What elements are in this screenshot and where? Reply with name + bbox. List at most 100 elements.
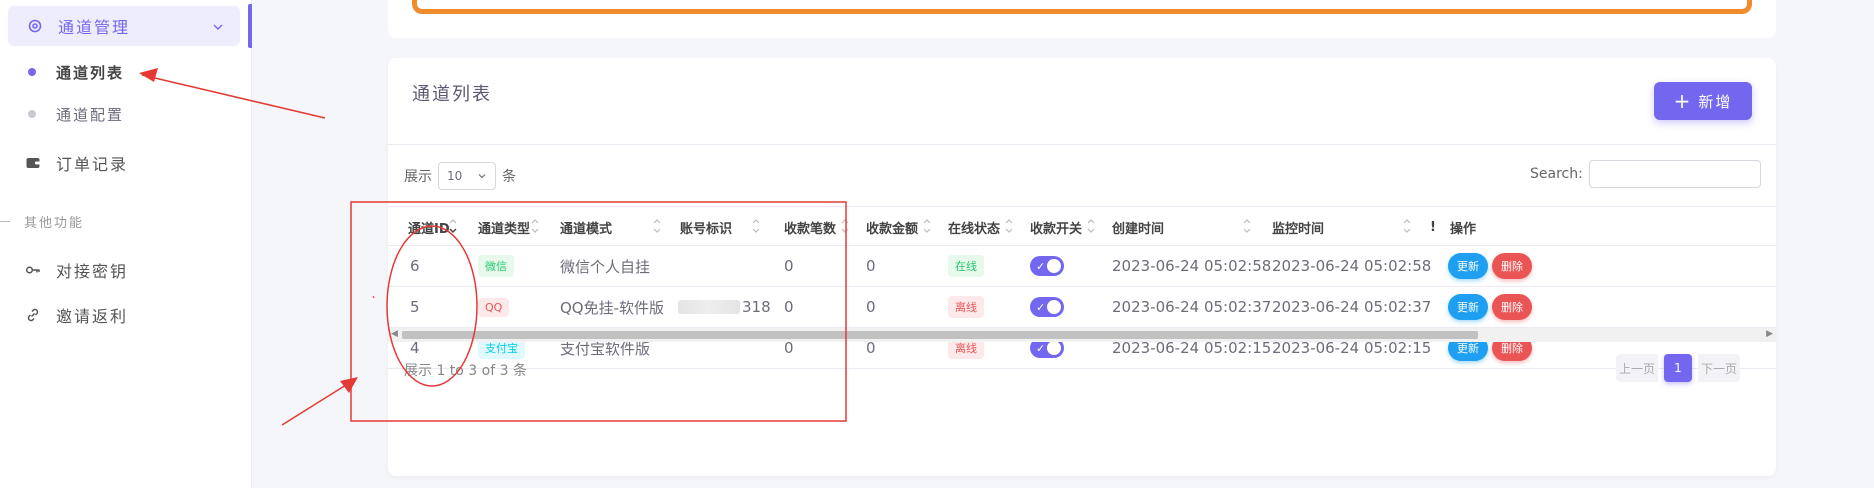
delete-button[interactable]: 删除	[1492, 253, 1532, 279]
column-header-monitored[interactable]: 监控时间	[1272, 207, 1324, 247]
column-header-id[interactable]: 通道ID	[408, 207, 450, 247]
sort-icon[interactable]	[652, 217, 662, 235]
active-dot-icon	[28, 68, 36, 76]
pagination: 上一页 1 下一页	[1616, 354, 1740, 382]
page-size-select[interactable]: 10	[438, 162, 496, 190]
cell-mode: QQ免挂-软件版	[560, 298, 665, 317]
channel-list-card: 通道列表 + 新增 展示 10 条 Search: 通道ID 通道类型 通道模式…	[388, 58, 1776, 476]
delete-button[interactable]: 删除	[1492, 294, 1532, 320]
gear-icon	[26, 17, 44, 35]
cell-created: 2023-06-24 05:02:37	[1112, 298, 1272, 316]
table-row: 5 QQ QQ免挂-软件版 318 0 0 离线 ✓ 2023-06-24 05…	[388, 287, 1776, 328]
cell-amount: 0	[866, 298, 876, 316]
scroll-left-icon[interactable]: ◀	[391, 329, 398, 339]
search-control: Search:	[1530, 160, 1761, 188]
section-label-text: 其他功能	[24, 216, 85, 231]
sidebar-item-orders[interactable]: 订单记录	[24, 151, 128, 175]
highlight-frame	[412, 0, 1752, 14]
sidebar-item-label: 通道配置	[56, 105, 125, 124]
cell-account: 318	[742, 298, 771, 316]
top-card	[388, 0, 1776, 38]
wallet-icon	[24, 154, 42, 172]
show-prefix: 展示	[404, 169, 432, 185]
collection-toggle[interactable]: ✓	[1030, 297, 1064, 317]
sidebar-item-channel-list[interactable]: 通道列表	[28, 60, 124, 84]
sidebar-item-channel-config[interactable]: 通道配置	[28, 102, 124, 126]
dot-icon	[28, 110, 36, 118]
table-header: 通道ID 通道类型 通道模式 账号标识 收款笔数 收款金额 在线状态 收款开关 …	[388, 206, 1776, 246]
chevron-down-icon	[478, 174, 486, 179]
cell-monitored: 2023-06-24 05:02:58	[1272, 257, 1432, 275]
cell-mode: 微信个人自挂	[560, 257, 651, 276]
annotation-arrow-line	[281, 379, 355, 426]
sidebar-item-api-key[interactable]: 对接密钥	[24, 258, 128, 282]
link-icon	[24, 306, 42, 324]
column-header-switch[interactable]: 收款开关	[1030, 207, 1082, 247]
update-button[interactable]: 更新	[1448, 253, 1488, 279]
column-header-created[interactable]: 创建时间	[1112, 207, 1164, 247]
menu-group-channel-management[interactable]: 通道管理	[8, 6, 240, 46]
cell-id: 5	[410, 298, 420, 316]
chevron-down-icon	[212, 18, 224, 37]
check-icon: ✓	[1036, 341, 1046, 355]
sort-icon[interactable]	[1086, 217, 1096, 235]
sort-icon[interactable]	[448, 217, 458, 235]
cell-amount: 0	[866, 257, 876, 275]
sort-icon[interactable]	[751, 217, 761, 235]
column-header-mode[interactable]: 通道模式	[560, 207, 612, 247]
table-row: 6 微信 微信个人自挂 0 0 在线 ✓ 2023-06-24 05:02:58…	[388, 246, 1776, 287]
sort-icon[interactable]	[530, 217, 540, 235]
column-header-account[interactable]: 账号标识	[680, 207, 732, 247]
section-label-other: 其他功能	[0, 212, 84, 231]
page-size-value: 10	[447, 169, 463, 183]
cell-created: 2023-06-24 05:02:58	[1112, 257, 1272, 275]
annotation-arrowhead	[340, 377, 358, 393]
scroll-right-icon[interactable]: ▶	[1766, 329, 1773, 339]
page-button-current[interactable]: 1	[1664, 354, 1692, 382]
channel-table: 通道ID 通道类型 通道模式 账号标识 收款笔数 收款金额 在线状态 收款开关 …	[388, 206, 1776, 369]
add-button-label: 新增	[1698, 92, 1733, 111]
next-page-button[interactable]: 下一页	[1698, 354, 1740, 382]
status-badge: 在线	[948, 255, 984, 277]
divider	[388, 144, 1776, 145]
page-title: 通道列表	[412, 84, 492, 105]
column-header-type[interactable]: 通道类型	[478, 207, 530, 247]
collection-toggle[interactable]: ✓	[1030, 256, 1064, 276]
cell-count: 0	[784, 298, 794, 316]
add-button[interactable]: + 新增	[1654, 82, 1752, 120]
horizontal-scrollbar[interactable]: ◀ ▶	[388, 328, 1776, 342]
update-button[interactable]: 更新	[1448, 294, 1488, 320]
type-badge: QQ	[478, 297, 510, 317]
cell-count: 0	[784, 257, 794, 275]
status-badge: 离线	[948, 296, 984, 318]
sort-icon[interactable]	[922, 217, 932, 235]
sort-icon[interactable]	[840, 217, 850, 235]
search-label: Search:	[1530, 166, 1583, 182]
sort-icon[interactable]	[1004, 217, 1014, 235]
scrollbar-thumb[interactable]	[402, 331, 1478, 339]
prev-page-button[interactable]: 上一页	[1616, 354, 1658, 382]
column-header-amount[interactable]: 收款金额	[866, 207, 918, 247]
sidebar-active-indicator	[248, 4, 252, 48]
annotation-mark	[372, 295, 375, 299]
plus-icon: +	[1673, 89, 1693, 113]
sidebar: 通道管理 通道列表 通道配置 订单记录 其他功能 对接密钥 邀请返利	[0, 0, 252, 488]
search-input[interactable]	[1588, 160, 1761, 188]
check-icon: ✓	[1036, 300, 1046, 314]
column-header-truncated[interactable]: !	[1430, 207, 1436, 247]
key-icon	[24, 261, 42, 279]
sort-icon[interactable]	[1402, 217, 1412, 235]
column-header-status[interactable]: 在线状态	[948, 207, 1000, 247]
sidebar-item-invite[interactable]: 邀请返利	[24, 303, 128, 327]
cell-monitored: 2023-06-24 05:02:37	[1272, 298, 1432, 316]
cell-id: 6	[410, 257, 420, 275]
column-header-count[interactable]: 收款笔数	[784, 207, 836, 247]
page-size-control: 展示 10 条	[404, 162, 516, 190]
sidebar-item-label: 订单记录	[56, 155, 129, 174]
section-dash	[0, 221, 10, 222]
sidebar-item-label: 邀请返利	[56, 307, 129, 326]
table-info: 展示 1 to 3 of 3 条	[404, 363, 527, 379]
sort-icon[interactable]	[1242, 217, 1252, 235]
show-suffix: 条	[502, 169, 516, 185]
type-badge: 微信	[478, 255, 514, 277]
